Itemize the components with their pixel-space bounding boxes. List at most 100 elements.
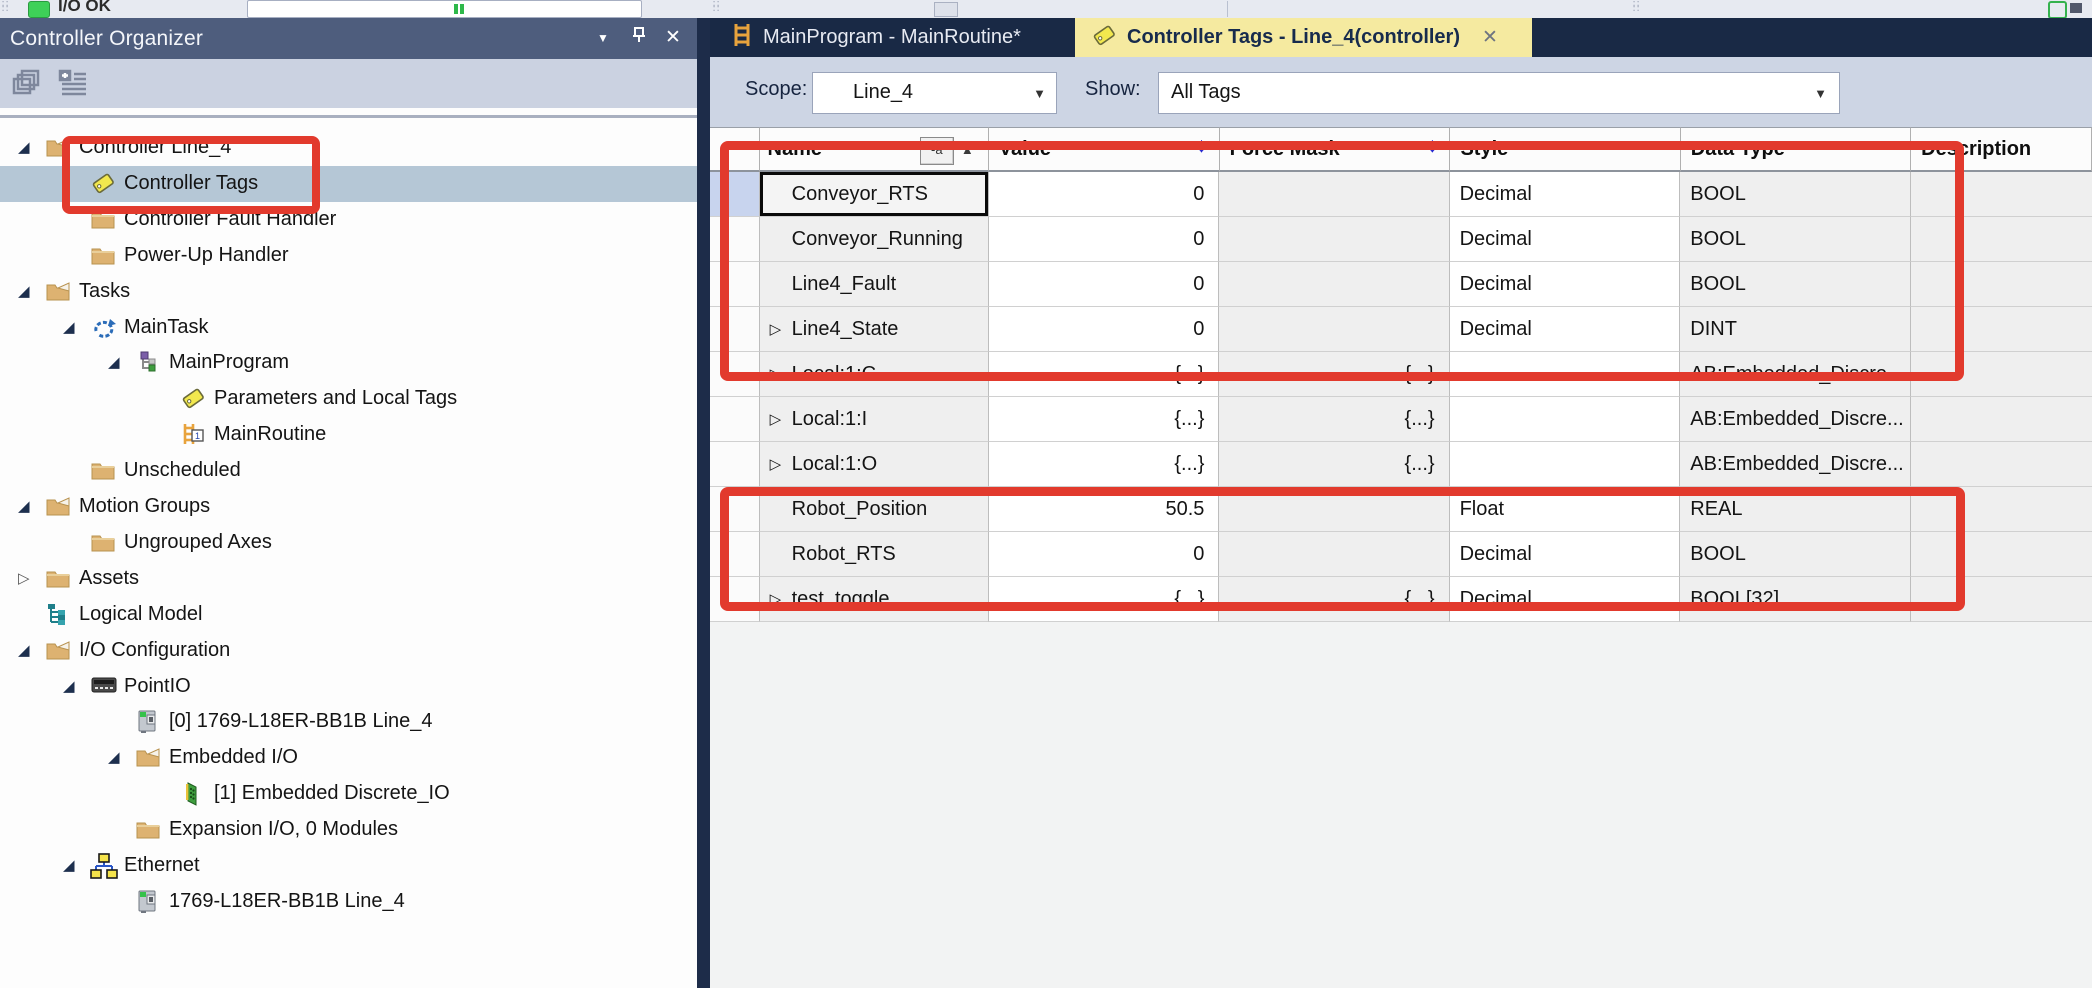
cell-name[interactable]: Line4_Fault xyxy=(760,262,990,307)
row-selector[interactable] xyxy=(710,217,760,262)
cell-force-mask[interactable]: {...} xyxy=(1219,577,1449,622)
cell-force-mask[interactable]: {...} xyxy=(1219,442,1449,487)
tree-item-1769-l18er-bb1b-line-4[interactable]: 1769-L18ER-BB1B Line_4 xyxy=(0,884,697,920)
expand-icon[interactable]: ▷ xyxy=(770,320,792,338)
cell-value[interactable]: 0 xyxy=(989,307,1219,352)
cell-value[interactable]: 0 xyxy=(989,262,1219,307)
collapse-icon[interactable]: ◢ xyxy=(108,748,120,766)
close-icon[interactable]: ✕ xyxy=(1482,26,1498,49)
cell-force-mask[interactable] xyxy=(1219,262,1449,307)
cell-value[interactable]: 0 xyxy=(989,532,1219,577)
expand-icon[interactable]: ▷ xyxy=(770,410,792,428)
cell-description[interactable] xyxy=(1911,352,2092,397)
cell-data-type[interactable]: BOOL xyxy=(1680,262,1911,307)
cell-data-type[interactable]: AB:Embedded_Discre... xyxy=(1680,397,1911,442)
cell-style[interactable]: Decimal xyxy=(1450,307,1681,352)
cell-data-type[interactable]: AB:Embedded_Discre... xyxy=(1680,352,1911,397)
cell-data-type[interactable]: BOOL xyxy=(1680,217,1911,262)
tree-item-controller-fault-handler[interactable]: Controller Fault Handler xyxy=(0,202,697,238)
show-combobox[interactable]: All Tags ▼ xyxy=(1158,72,1840,114)
expand-icon[interactable]: ▷ xyxy=(770,590,792,608)
cell-name[interactable]: ▷Local:1:O xyxy=(760,442,990,487)
collapse-icon[interactable]: ◢ xyxy=(63,856,75,874)
tree-item-controller-line-4[interactable]: ◢Controller Line_4 xyxy=(0,130,697,166)
pin-icon[interactable] xyxy=(626,26,652,50)
cell-force-mask[interactable] xyxy=(1219,487,1449,532)
tab-controller-tags-line-4-controller[interactable]: Controller Tags - Line_4(controller)✕ xyxy=(1075,18,1532,57)
toolbar-combo-box[interactable] xyxy=(247,0,642,18)
cell-force-mask[interactable] xyxy=(1219,217,1449,262)
chevron-down-icon[interactable]: ▼ xyxy=(1033,86,1046,101)
cell-style[interactable]: Decimal xyxy=(1450,217,1681,262)
column-header-style[interactable]: Style xyxy=(1450,127,1680,172)
cell-style[interactable] xyxy=(1450,352,1681,397)
cell-name[interactable]: Conveyor_RTS xyxy=(760,172,990,217)
tree-item-pointio[interactable]: ◢PointIO xyxy=(0,669,697,705)
toolbar-mini-icon[interactable] xyxy=(2048,1,2067,19)
cell-description[interactable] xyxy=(1911,262,2092,307)
collapse-icon[interactable]: ◢ xyxy=(108,353,120,371)
cell-data-type[interactable]: AB:Embedded_Discre... xyxy=(1680,442,1911,487)
cell-data-type[interactable]: REAL xyxy=(1680,487,1911,532)
cell-value[interactable]: 0 xyxy=(989,172,1219,217)
cell-name[interactable]: ▷Line4_State xyxy=(760,307,990,352)
row-selector[interactable] xyxy=(710,397,760,442)
chevron-down-icon[interactable]: ▼ xyxy=(590,26,616,50)
cell-description[interactable] xyxy=(1911,487,2092,532)
toolbar-grip-icon[interactable]: ∷∷ xyxy=(1633,2,1641,16)
tree-item-controller-tags[interactable]: Controller Tags xyxy=(0,166,697,202)
cell-value[interactable]: {...} xyxy=(989,397,1219,442)
column-header-name[interactable]: Name -a ▲ xyxy=(760,127,989,172)
column-header-force-mask[interactable]: Force Mask ↓ xyxy=(1220,127,1451,172)
cell-data-type[interactable]: BOOL[32] xyxy=(1680,577,1911,622)
expand-icon[interactable]: ▷ xyxy=(18,569,30,587)
cell-value[interactable]: {...} xyxy=(989,442,1219,487)
cell-data-type[interactable]: BOOL xyxy=(1680,172,1911,217)
cell-style[interactable]: Decimal xyxy=(1450,262,1681,307)
cell-value[interactable]: 50.5 xyxy=(989,487,1219,532)
cell-style[interactable]: Float xyxy=(1450,487,1681,532)
chevron-down-icon[interactable]: ▼ xyxy=(1814,86,1827,101)
column-header-value[interactable]: Value ↓ xyxy=(989,127,1220,172)
cell-style[interactable]: Decimal xyxy=(1450,532,1681,577)
tab-mainprogram-mainroutine[interactable]: MainProgram - MainRoutine* xyxy=(715,18,1075,57)
tree-item-motion-groups[interactable]: ◢Motion Groups xyxy=(0,489,697,525)
toolbar-mini-icon[interactable] xyxy=(2070,3,2082,13)
toolbar-widget-icon[interactable] xyxy=(934,2,958,17)
column-pin-icon[interactable]: ↓ xyxy=(1427,134,1438,158)
tree-item-parameters-and-local-tags[interactable]: Parameters and Local Tags xyxy=(0,381,697,417)
tree-item-power-up-handler[interactable]: Power-Up Handler xyxy=(0,238,697,274)
tree-item-logical-model[interactable]: Logical Model xyxy=(0,597,697,633)
cell-description[interactable] xyxy=(1911,577,2092,622)
cell-description[interactable] xyxy=(1911,172,2092,217)
close-icon[interactable]: ✕ xyxy=(660,26,686,50)
scope-combobox[interactable]: Line_4 ▼ xyxy=(812,72,1057,114)
column-header-description[interactable]: Description xyxy=(1911,127,2092,172)
cell-style[interactable]: Decimal xyxy=(1450,172,1681,217)
cell-force-mask[interactable] xyxy=(1219,532,1449,577)
cell-name[interactable]: ▷Local:1:I xyxy=(760,397,990,442)
cell-value[interactable]: {...} xyxy=(989,352,1219,397)
cell-name[interactable]: ▷Local:1:C xyxy=(760,352,990,397)
tree-item-maintask[interactable]: ◢MainTask xyxy=(0,310,697,346)
cell-style[interactable] xyxy=(1450,397,1681,442)
cell-data-type[interactable]: DINT xyxy=(1680,307,1911,352)
tree-item-tasks[interactable]: ◢Tasks xyxy=(0,274,697,310)
tree-item-ungrouped-axes[interactable]: Ungrouped Axes xyxy=(0,525,697,561)
cell-style[interactable] xyxy=(1450,442,1681,487)
collapse-icon[interactable]: ◢ xyxy=(63,677,75,695)
tree-item-embedded-i-o[interactable]: ◢Embedded I/O xyxy=(0,740,697,776)
expand-icon[interactable]: ▷ xyxy=(770,365,792,383)
tree-item-mainprogram[interactable]: ◢MainProgram xyxy=(0,345,697,381)
cell-description[interactable] xyxy=(1911,217,2092,262)
tree-item-1-embedded-discrete-io[interactable]: [1] Embedded Discrete_IO xyxy=(0,776,697,812)
cell-name[interactable]: Robot_RTS xyxy=(760,532,990,577)
tree-item-expansion-i-o-0-modules[interactable]: Expansion I/O, 0 Modules xyxy=(0,812,697,848)
collapse-icon[interactable]: ◢ xyxy=(63,318,75,336)
expand-icon[interactable]: ▷ xyxy=(770,455,792,473)
cell-value[interactable]: 0 xyxy=(989,217,1219,262)
collapse-icon[interactable]: ◢ xyxy=(18,497,30,515)
cell-style[interactable]: Decimal xyxy=(1450,577,1681,622)
row-selector[interactable] xyxy=(710,442,760,487)
tree-item-0-1769-l18er-bb1b-line-4[interactable]: [0] 1769-L18ER-BB1B Line_4 xyxy=(0,704,697,740)
